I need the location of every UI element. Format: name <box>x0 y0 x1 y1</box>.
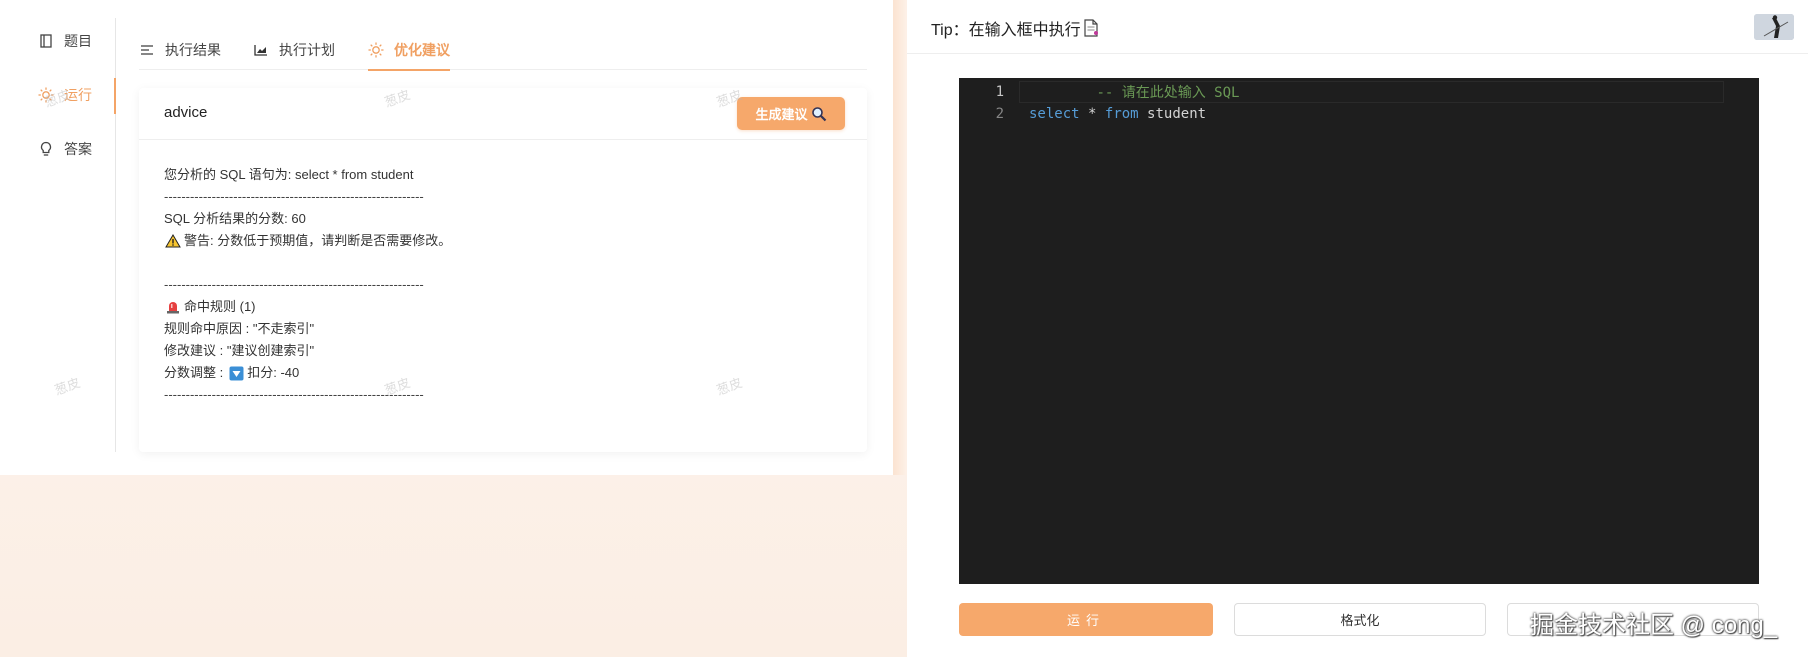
sun-icon <box>38 87 54 103</box>
code-operator: * <box>1088 106 1097 122</box>
editor-line: 1 -- 请在此处输入 SQL <box>959 81 1759 103</box>
active-indicator <box>114 78 116 114</box>
sidebar-item-label: 运行 <box>64 87 92 103</box>
tip-bar: Tip：在输入框中执行 <box>907 0 1808 54</box>
card-header: advice 生成建议 <box>139 88 867 140</box>
sidebar-item-run[interactable]: 运行 <box>38 82 92 108</box>
tab-label: 执行计划 <box>279 42 335 58</box>
code-identifier: student <box>1147 106 1207 122</box>
left-panel: 题目 运行 答案 执行结果 执行计划 优化建议 advice 生成建议 您分析的… <box>0 0 907 475</box>
tab-label: 执行结果 <box>165 42 221 58</box>
sql-statement: 您分析的 SQL 语句为: select * from student <box>164 167 414 182</box>
tab-plan[interactable]: 执行计划 <box>253 30 335 70</box>
tip-text: Tip：在输入框中执行 <box>931 22 1081 39</box>
format-button[interactable]: 格式化 <box>1234 603 1486 636</box>
code-keyword: select <box>1029 106 1080 122</box>
sidebar-item-problem[interactable]: 题目 <box>38 28 92 54</box>
magnifier-icon <box>811 106 827 122</box>
bulb-icon <box>38 141 54 157</box>
warning-icon <box>164 233 182 249</box>
footer-watermark: 掘金技术社区 @ cong_ <box>1530 612 1778 639</box>
score-adjust-line: 分数调整 : 扣分: -40 <box>164 362 451 384</box>
run-button[interactable]: 运行 <box>959 603 1213 636</box>
document-icon <box>1083 19 1099 37</box>
avatar[interactable] <box>1754 14 1794 40</box>
sidebar: 题目 运行 答案 <box>0 18 116 452</box>
editor-line: 2 select * from student <box>959 103 1759 125</box>
generate-advice-button[interactable]: 生成建议 <box>737 97 845 130</box>
rule-hit-line: 命中规则 (1) <box>164 296 451 318</box>
line-content: select * from student <box>1029 106 1206 122</box>
sidebar-item-label: 题目 <box>64 33 92 49</box>
separator: ----------------------------------------… <box>164 189 424 204</box>
rule-hit-text: 命中规则 (1) <box>184 299 256 314</box>
reason-line: 规则命中原因 : "不走索引" <box>164 321 315 336</box>
advice-content: 您分析的 SQL 语句为: select * from student ----… <box>164 164 451 406</box>
code-keyword: from <box>1104 106 1139 122</box>
list-icon <box>139 42 155 58</box>
siren-icon <box>164 299 182 315</box>
score-adjust-label: 分数调整 : <box>164 365 224 380</box>
sidebar-item-label: 答案 <box>64 141 92 157</box>
warning-text: 警告: 分数低于预期值，请判断是否需要修改。 <box>184 233 452 248</box>
warning-line: 警告: 分数低于预期值，请判断是否需要修改。 <box>164 230 451 252</box>
tip-message: Tip：在输入框中执行 <box>931 16 1099 40</box>
separator: ----------------------------------------… <box>164 277 424 292</box>
line-number: 2 <box>995 106 1004 122</box>
tab-optimization[interactable]: 优化建议 <box>368 30 450 71</box>
tab-bar: 执行结果 执行计划 优化建议 <box>139 30 867 71</box>
card-title: advice <box>164 104 208 121</box>
tab-results[interactable]: 执行结果 <box>139 30 221 70</box>
down-arrow-icon <box>227 365 245 381</box>
book-icon <box>38 33 54 49</box>
button-label: 生成建议 <box>755 107 808 122</box>
right-panel: Tip：在输入框中执行 1 -- 请在此处输入 SQL 2 select * f… <box>907 0 1808 657</box>
score-line: SQL 分析结果的分数: 60 <box>164 211 306 226</box>
separator: ----------------------------------------… <box>164 387 424 402</box>
sun-icon <box>368 42 384 58</box>
tab-label: 优化建议 <box>394 42 450 58</box>
score-adjust-value: 扣分: -40 <box>247 365 300 380</box>
suggestion-line: 修改建议 : "建议创建索引" <box>164 343 315 358</box>
sidebar-item-answer[interactable]: 答案 <box>38 136 92 162</box>
code-comment: -- 请在此处输入 SQL <box>1096 85 1240 101</box>
advice-card: advice 生成建议 您分析的 SQL 语句为: select * from … <box>139 88 867 452</box>
chart-icon <box>253 42 269 58</box>
sql-editor[interactable]: 1 -- 请在此处输入 SQL 2 select * from student <box>959 78 1759 584</box>
line-number: 1 <box>995 84 1004 100</box>
